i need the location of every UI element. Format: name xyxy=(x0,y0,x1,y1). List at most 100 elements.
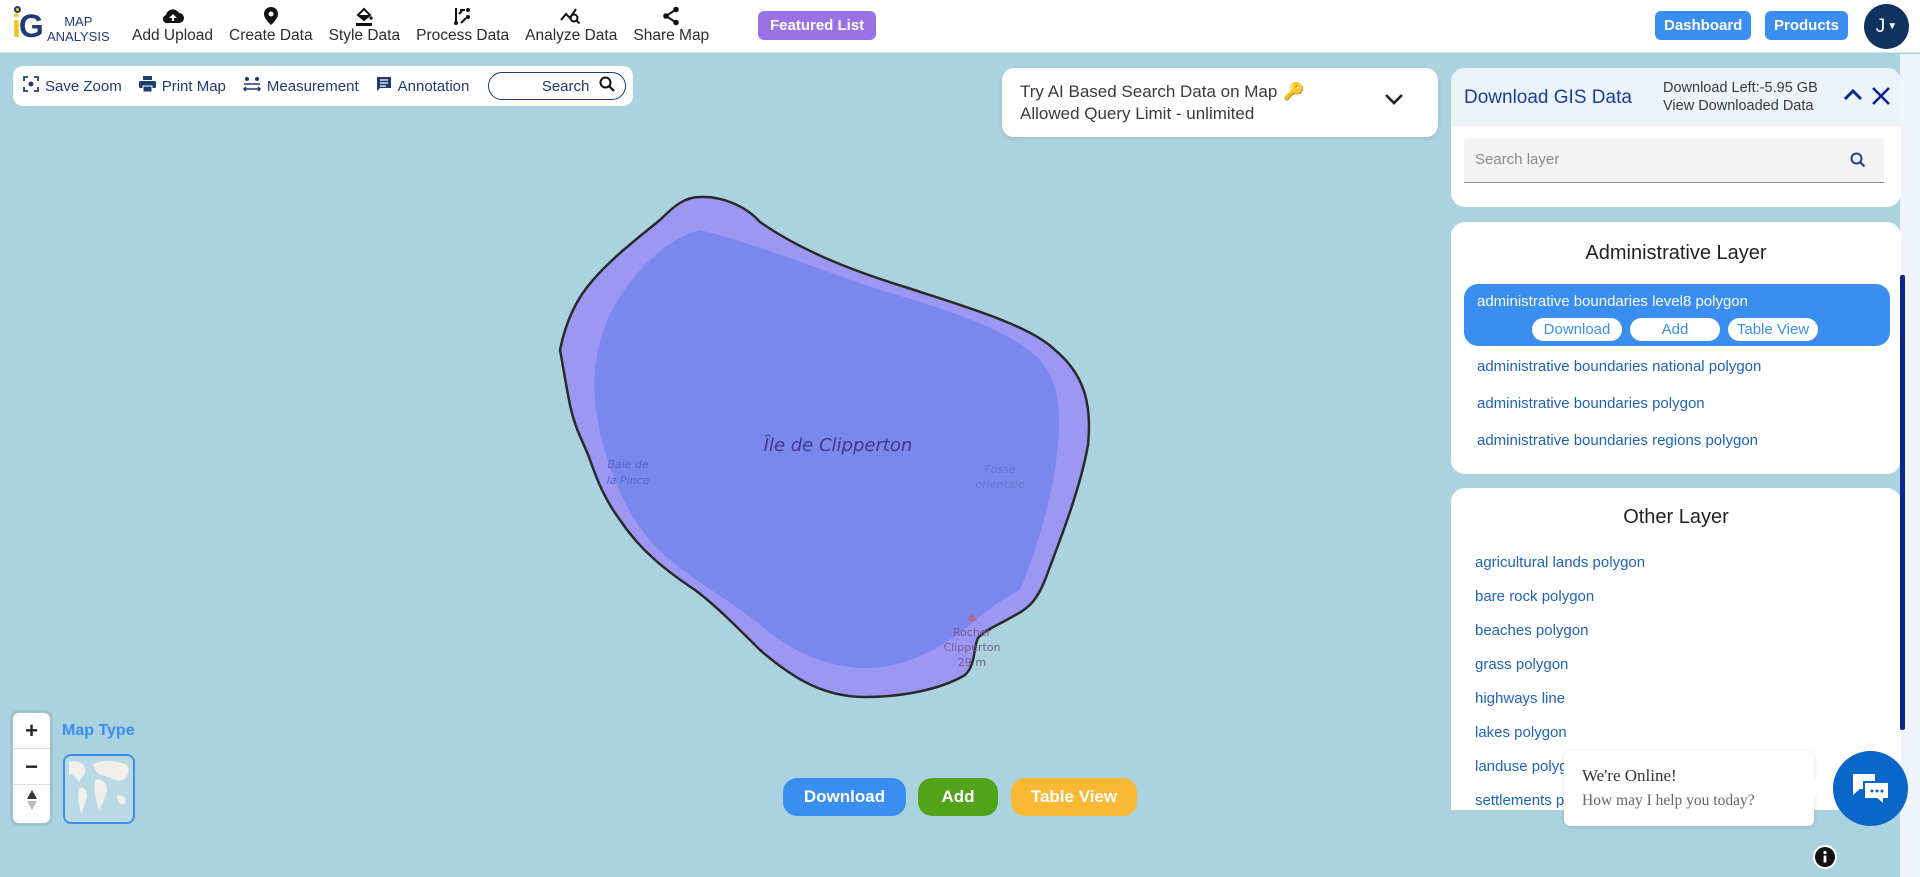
print-map-label: Print Map xyxy=(161,77,226,95)
download-gis-panel: Download GIS Data Download Left:-5.95 GB… xyxy=(1451,68,1901,207)
collapse-chevron-up-icon[interactable] xyxy=(1843,87,1863,106)
layer-item[interactable]: administrative boundaries polygon xyxy=(1477,395,1705,412)
ruler-icon xyxy=(242,76,262,96)
download-button[interactable]: Download xyxy=(783,778,906,816)
table-view-button[interactable]: Table View xyxy=(1011,778,1137,816)
chat-bubbles-icon xyxy=(1852,773,1890,806)
add-button[interactable]: Add xyxy=(918,778,998,816)
cloud-upload-icon xyxy=(162,6,184,26)
layer-table-view-button[interactable]: Table View xyxy=(1728,318,1818,341)
logo[interactable]: iG MAP ANALYSIS xyxy=(12,6,116,46)
layer-item[interactable]: bare rock polygon xyxy=(1475,588,1594,605)
chat-subtitle: How may I help you today? xyxy=(1582,792,1755,809)
ai-search-title: Try AI Based Search Data on Map xyxy=(1020,82,1278,101)
focus-icon xyxy=(23,76,39,96)
view-downloaded-link[interactable]: View Downloaded Data xyxy=(1663,97,1818,115)
other-layer-title: Other Layer xyxy=(1623,506,1729,528)
panel-scrollbar[interactable] xyxy=(1900,275,1905,730)
chevron-down-icon[interactable] xyxy=(1384,92,1404,110)
close-icon[interactable] xyxy=(1871,86,1891,111)
map-label-rock-2: Clipperton xyxy=(943,641,1000,654)
analyze-icon xyxy=(560,6,582,26)
info-icon xyxy=(1815,847,1835,867)
layer-item[interactable]: highways line xyxy=(1475,690,1565,707)
annotation-label: Annotation xyxy=(397,77,470,95)
info-button[interactable] xyxy=(1813,845,1837,869)
map-toolbar: Save Zoom Print Map Measurement Annotati… xyxy=(13,66,633,106)
share-icon xyxy=(662,6,680,26)
search-icon xyxy=(599,76,616,96)
layer-item[interactable]: grass polygon xyxy=(1475,656,1568,673)
logo-line2: ANALYSIS xyxy=(47,29,110,44)
logo-mark: iG xyxy=(12,8,44,44)
save-zoom-label: Save Zoom xyxy=(45,77,122,95)
layer-download-button[interactable]: Download xyxy=(1532,318,1622,341)
layer-search-input[interactable] xyxy=(1475,138,1835,181)
caret-down-icon: ▼ xyxy=(1887,21,1898,33)
process-icon xyxy=(453,6,473,26)
layer-item[interactable]: lakes polygon xyxy=(1475,724,1567,741)
nav-label: Share Map xyxy=(633,27,710,44)
save-zoom-button[interactable]: Save Zoom xyxy=(23,76,122,96)
zoom-out-button[interactable]: − xyxy=(13,749,50,785)
nav-label: Process Data xyxy=(416,27,510,44)
map-label-rock-3: 29 m xyxy=(958,656,986,669)
featured-list-button[interactable]: Featured List xyxy=(758,11,877,40)
measurement-button[interactable]: Measurement xyxy=(242,76,359,96)
dashboard-button[interactable]: Dashboard xyxy=(1655,11,1752,40)
nav-create-data[interactable]: Create Data xyxy=(221,6,321,46)
map-search-button[interactable]: Search xyxy=(488,72,627,100)
chat-launcher-button[interactable] xyxy=(1833,751,1908,826)
layer-add-button[interactable]: Add xyxy=(1630,318,1720,341)
nav-label: Create Data xyxy=(229,27,313,44)
paint-bucket-icon xyxy=(354,6,374,26)
panel-header: Download GIS Data Download Left:-5.95 GB… xyxy=(1451,68,1901,126)
nav-process-data[interactable]: Process Data xyxy=(408,6,517,46)
compass-icon xyxy=(26,789,38,817)
ai-search-card[interactable]: Try AI Based Search Data on Map 🔑 Allowed… xyxy=(1002,68,1438,137)
layer-item[interactable]: administrative boundaries regions polygo… xyxy=(1477,432,1758,449)
map-search-label: Search xyxy=(541,77,590,95)
comment-icon xyxy=(376,76,392,96)
administrative-layer-title: Administrative Layer xyxy=(1585,242,1767,264)
user-avatar-menu[interactable]: J ▼ xyxy=(1864,4,1909,49)
products-button[interactable]: Products xyxy=(1765,11,1849,40)
chat-greeting-bubble[interactable]: We're Online! How may I help you today? xyxy=(1564,751,1823,826)
logo-line1: MAP xyxy=(64,14,93,29)
map-label-fosse-1: Fosse xyxy=(984,463,1016,476)
search-icon[interactable] xyxy=(1850,152,1866,173)
selected-layer-name: administrative boundaries level8 polygon xyxy=(1477,293,1748,310)
map-label-bay-1: Baie de xyxy=(607,458,649,471)
nav-add-upload[interactable]: Add Upload xyxy=(124,6,221,46)
layer-item[interactable]: administrative boundaries national polyg… xyxy=(1477,358,1761,375)
selected-layer-item[interactable]: administrative boundaries level8 polygon… xyxy=(1464,284,1890,346)
layer-item[interactable]: agricultural lands polygon xyxy=(1475,554,1645,571)
zoom-in-button[interactable]: + xyxy=(13,713,50,749)
map-type-label: Map Type xyxy=(62,722,135,739)
layer-item[interactable]: beaches polygon xyxy=(1475,622,1588,639)
top-header: iG MAP ANALYSIS Add Upload Create Data S… xyxy=(0,0,1920,53)
annotation-button[interactable]: Annotation xyxy=(376,76,470,96)
nav-share-map[interactable]: Share Map xyxy=(625,6,717,46)
avatar-initial: J xyxy=(1875,16,1886,37)
reset-north-button[interactable] xyxy=(13,785,50,821)
download-left-text: Download Left:-5.95 GB xyxy=(1663,80,1818,96)
world-map-icon xyxy=(65,756,133,822)
panel-title: Download GIS Data xyxy=(1464,87,1632,108)
map-type-thumbnail[interactable] xyxy=(63,754,135,824)
nav-style-data[interactable]: Style Data xyxy=(321,6,409,46)
ai-query-limit: Allowed Query Limit - unlimited xyxy=(1020,104,1255,123)
nav-label: Add Upload xyxy=(132,27,214,44)
layer-search-field[interactable] xyxy=(1464,138,1884,183)
map-label-rock-1: Rocher xyxy=(953,626,992,639)
map-pin-icon xyxy=(263,6,278,26)
download-info: Download Left:-5.95 GB View Downloaded D… xyxy=(1663,79,1818,115)
nav-label: Style Data xyxy=(328,27,401,44)
zoom-control: + − xyxy=(13,713,50,823)
map-label-bay-2: la Pince xyxy=(607,474,650,487)
nav-label: Analyze Data xyxy=(525,27,618,44)
print-map-button[interactable]: Print Map xyxy=(138,76,226,96)
nav-analyze-data[interactable]: Analyze Data xyxy=(517,6,625,46)
main-nav: Add Upload Create Data Style Data Proces… xyxy=(124,6,717,46)
printer-icon xyxy=(138,76,156,96)
